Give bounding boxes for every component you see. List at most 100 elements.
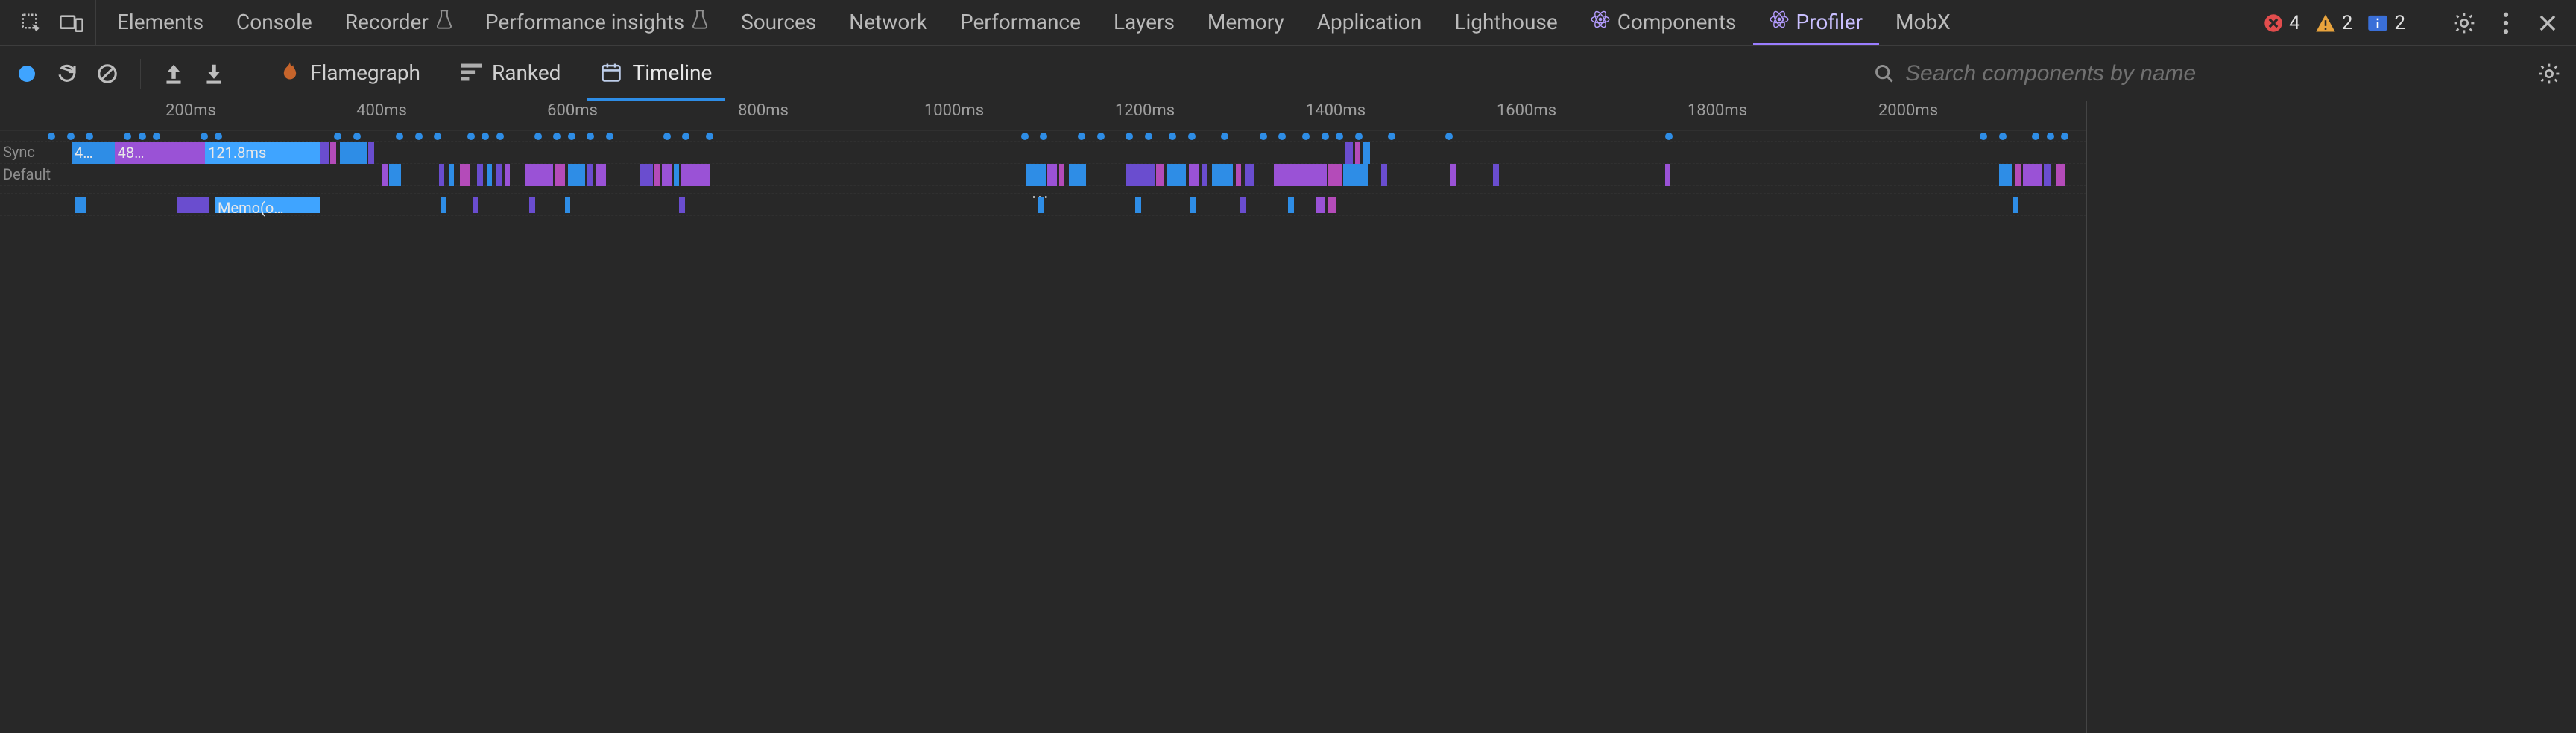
schedule-dot[interactable] <box>1078 133 1085 140</box>
timeline-bar[interactable] <box>2044 164 2051 186</box>
schedule-dot[interactable] <box>139 133 146 140</box>
timeline-bar[interactable] <box>1345 142 1353 164</box>
timeline-bar[interactable] <box>487 164 493 186</box>
timeline-bar[interactable] <box>1316 197 1324 213</box>
schedule-dot[interactable] <box>353 133 361 140</box>
timeline-bar[interactable] <box>654 164 660 186</box>
tab-components[interactable]: Components <box>1574 0 1753 45</box>
schedule-dot[interactable] <box>663 133 671 140</box>
timeline-bar[interactable] <box>1245 164 1254 186</box>
schedule-dot[interactable] <box>1040 133 1047 140</box>
timeline-bar[interactable]: Memo(o… <box>215 197 320 213</box>
timeline-bar[interactable] <box>529 197 535 213</box>
timeline-bar[interactable] <box>1047 164 1057 186</box>
timeline-bar[interactable] <box>1190 197 1196 213</box>
timeline-bar[interactable] <box>662 164 672 186</box>
schedule-dot[interactable] <box>1278 133 1286 140</box>
timeline-bar[interactable] <box>2023 164 2042 186</box>
timeline-bar[interactable] <box>1135 197 1141 213</box>
timeline-bar[interactable] <box>1493 164 1499 186</box>
timeline-bar[interactable] <box>1236 164 1242 186</box>
schedule-dot[interactable] <box>1355 133 1363 140</box>
timeline-bar[interactable] <box>1189 164 1199 186</box>
search-input[interactable] <box>1905 61 2522 86</box>
timeline-bar[interactable] <box>449 164 455 186</box>
schedule-dot[interactable] <box>67 133 75 140</box>
timeline-bar[interactable] <box>565 197 571 213</box>
schedule-dot[interactable] <box>606 133 613 140</box>
timeline-bar[interactable] <box>2015 164 2021 186</box>
inspect-element-icon[interactable] <box>18 10 45 37</box>
schedule-dot[interactable] <box>1021 133 1029 140</box>
schedule-dot[interactable] <box>396 133 403 140</box>
tab-profiler[interactable]: Profiler <box>1753 0 1880 45</box>
schedule-dot[interactable] <box>1097 133 1105 140</box>
timeline-body[interactable]: 200ms400ms600ms800ms1000ms1200ms1400ms16… <box>0 101 2087 733</box>
timeline-bar[interactable] <box>473 197 479 213</box>
schedule-dot[interactable] <box>482 133 489 140</box>
tab-performance[interactable]: Performance <box>944 0 1097 45</box>
schedule-dot[interactable] <box>153 133 160 140</box>
schedule-dot[interactable] <box>553 133 561 140</box>
schedule-dot[interactable] <box>86 133 93 140</box>
timeline-bar[interactable] <box>477 164 483 186</box>
schedule-dot[interactable] <box>201 133 208 140</box>
warning-count[interactable]: 2 <box>2315 12 2353 34</box>
timeline-bar[interactable] <box>441 197 446 213</box>
schedule-dot[interactable] <box>2047 133 2054 140</box>
info-count[interactable]: 2 <box>2367 12 2405 34</box>
timeline-bar[interactable] <box>568 164 585 186</box>
timeline-bar[interactable] <box>1288 197 1294 213</box>
timeline-bar[interactable] <box>320 142 329 164</box>
tab-performance-insights[interactable]: Performance insights <box>469 0 724 45</box>
timeline-bar[interactable] <box>496 164 502 186</box>
view-flamegraph[interactable]: Flamegraph <box>267 46 434 101</box>
timeline-bar[interactable] <box>505 164 509 186</box>
timeline-bar[interactable]: 4… <box>72 142 115 164</box>
timeline-bar[interactable] <box>330 142 336 164</box>
schedule-dot[interactable] <box>587 133 594 140</box>
timeline-bar[interactable] <box>1069 164 1086 186</box>
tab-lighthouse[interactable]: Lighthouse <box>1438 0 1573 45</box>
more-vert-icon[interactable] <box>2493 10 2519 37</box>
timeline-bar[interactable] <box>525 164 553 186</box>
timeline-bar[interactable] <box>1328 197 1336 213</box>
timeline-bar[interactable] <box>177 197 209 213</box>
timeline-bar[interactable] <box>1202 164 1208 186</box>
close-icon[interactable] <box>2534 10 2561 37</box>
schedule-dot[interactable] <box>1388 133 1395 140</box>
schedule-dot[interactable] <box>1260 133 1267 140</box>
timeline-bar[interactable] <box>1328 164 1342 186</box>
tab-memory[interactable]: Memory <box>1191 0 1301 45</box>
download-icon[interactable] <box>201 60 227 87</box>
clear-icon[interactable] <box>94 60 121 87</box>
timeline-bar[interactable] <box>75 197 86 213</box>
timeline-bar[interactable] <box>1665 164 1671 186</box>
schedule-dot[interactable] <box>415 133 423 140</box>
timeline-bar[interactable] <box>368 142 374 164</box>
schedule-dot[interactable] <box>434 133 441 140</box>
timeline-bar[interactable] <box>382 164 388 186</box>
timeline-bar[interactable] <box>1343 164 1368 186</box>
schedule-dot[interactable] <box>682 133 689 140</box>
timeline-bar[interactable] <box>681 164 710 186</box>
schedule-dot[interactable] <box>1980 133 1987 140</box>
schedule-dot[interactable] <box>1445 133 1453 140</box>
tab-elements[interactable]: Elements <box>101 0 220 45</box>
timeline-bar[interactable] <box>679 197 685 213</box>
timeline-bar[interactable] <box>1212 164 1233 186</box>
timeline-bar[interactable]: 48… <box>115 142 206 164</box>
view-ranked[interactable]: Ranked <box>447 46 575 101</box>
timeline-bar[interactable] <box>460 164 470 186</box>
timeline-bar[interactable] <box>1363 142 1370 164</box>
reload-icon[interactable] <box>54 60 80 87</box>
schedule-dot[interactable] <box>1169 133 1176 140</box>
schedule-dot[interactable] <box>534 133 542 140</box>
schedule-dot[interactable] <box>1336 133 1343 140</box>
timeline-bar[interactable]: 121.8ms <box>205 142 320 164</box>
schedule-dot[interactable] <box>568 133 575 140</box>
timeline-bar[interactable] <box>1026 164 1046 186</box>
tab-recorder[interactable]: Recorder <box>329 0 469 45</box>
tab-application[interactable]: Application <box>1301 0 1439 45</box>
timeline-bar[interactable] <box>340 142 367 164</box>
